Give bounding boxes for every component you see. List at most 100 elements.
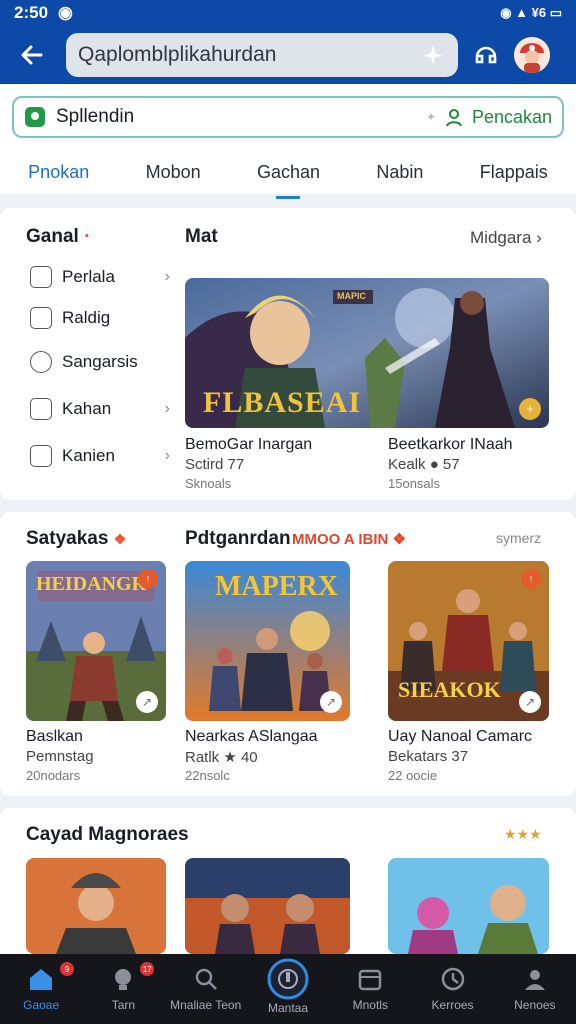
tab-pnokan[interactable]: Pnokan	[22, 158, 95, 187]
search-icon	[195, 968, 217, 990]
nav-label: Nenoes	[514, 998, 556, 1012]
bottom-nav: 9 Gaoae 17 Tarn Mnaliae Teon Mantaa Mnot…	[0, 954, 576, 1024]
see-all-text: Midgara	[470, 228, 532, 247]
headset-icon	[475, 46, 497, 64]
more-link[interactable]: symerz	[496, 530, 541, 546]
nav-kerroes[interactable]: Kerroes	[411, 954, 493, 1024]
nav-tarn[interactable]: 17 Tarn	[82, 954, 164, 1024]
arrow-left-icon	[21, 45, 43, 65]
card-title[interactable]: Beetkarkor INaah	[388, 436, 513, 454]
nav-search[interactable]: Mnaliae Teon	[165, 954, 247, 1024]
sidebar-item-raldig[interactable]: Raldig	[30, 304, 170, 332]
back-button[interactable]	[12, 35, 52, 75]
sidebar-item-perlala[interactable]: Perlala ›	[30, 263, 170, 291]
hot-badge-icon: !	[521, 569, 541, 589]
checkbox-icon	[30, 445, 52, 467]
game-logo-text: HEIDANGR	[36, 573, 147, 595]
badge: 17	[140, 962, 155, 976]
dot-icon: ·	[78, 226, 91, 247]
card-title[interactable]: Uay Nanoal Camarc	[388, 728, 532, 746]
nav-profile[interactable]: Nenoes	[494, 954, 576, 1024]
card-subtitle: Sctird 77	[185, 456, 245, 473]
tab-mobon[interactable]: Mobon	[140, 158, 207, 187]
search-text: Qaplomblplikahurdan	[78, 43, 277, 66]
avatar-image	[514, 37, 550, 73]
badge: 9	[60, 962, 74, 976]
card-meta: 22 oocie	[388, 768, 438, 783]
sidebar-item-kahan[interactable]: Kahan ›	[30, 395, 170, 423]
avatar[interactable]	[514, 37, 550, 73]
puzzle-icon	[30, 351, 52, 373]
see-all-link[interactable]: Midgara ›	[470, 228, 542, 248]
popular-title: Satyakas ❖	[26, 528, 126, 550]
game-thumbnail[interactable]	[185, 858, 350, 954]
recommended-title: Cayad Magnoraes	[26, 824, 189, 845]
game-thumbnail[interactable]	[388, 858, 549, 954]
nav-center[interactable]: Mantaa	[247, 954, 329, 1024]
trending-title-text: Pdtganrdan	[185, 528, 291, 549]
notification-icon: ◉	[58, 3, 73, 22]
tab-gachan[interactable]: Gachan	[251, 158, 326, 199]
game-logo-text: MAPERX	[215, 571, 338, 602]
filter-header: Spllendin ✦ Pencakan Pnokan Mobon Gachan…	[0, 84, 576, 199]
mail-icon	[30, 307, 52, 329]
card-subtitle: Kealk ● 57	[388, 456, 460, 473]
sidebar-item-kanien[interactable]: Kanien ›	[30, 442, 170, 470]
sidebar-item-sangarsis[interactable]: Sangarsis	[30, 348, 170, 376]
calendar-icon	[359, 969, 382, 991]
card-title[interactable]: BemoGar Inargan	[185, 436, 312, 454]
sidebar-item-label: Kanien	[62, 446, 115, 465]
play-icon[interactable]: ↗	[519, 691, 541, 713]
search-input[interactable]: Qaplomblplikahurdan	[66, 33, 458, 77]
card-subtitle: Pemnstag	[26, 748, 94, 765]
status-time: 2:50	[14, 3, 49, 22]
popular-title-text: Satyakas	[26, 528, 109, 549]
card-title[interactable]: Nearkas ASlangaa	[185, 728, 318, 746]
card-title[interactable]: Baslkan	[26, 728, 83, 746]
banner-logo-text: FLBASEAI	[203, 386, 362, 419]
sidebar-item-label: Kahan	[62, 399, 112, 418]
featured-banner[interactable]: MAPIC FLBASEAI +	[185, 278, 549, 428]
card-meta: Sknoals	[185, 476, 232, 491]
card-meta: 15onsals	[388, 476, 441, 491]
play-icon[interactable]: ↗	[320, 691, 342, 713]
sidebar-item-label: Perlala	[62, 267, 115, 286]
nav-home[interactable]: 9 Gaoae	[0, 954, 82, 1024]
nav-label: Mantaa	[267, 1001, 308, 1015]
status-bar: 2:50 ◉ ◉ ▲ ¥6 ▭	[0, 0, 576, 26]
game-thumbnail[interactable]	[26, 858, 166, 954]
trending-title: Pdtganrdan	[185, 528, 291, 550]
map-pin-icon	[25, 107, 45, 127]
account-link[interactable]: ✦ Pencakan	[426, 107, 552, 128]
location-bar[interactable]: Spllendin ✦ Pencakan	[12, 96, 564, 138]
tab-flappais[interactable]: Flappais	[474, 158, 554, 187]
game-thumbnail[interactable]: MAPERX ↗	[185, 561, 350, 721]
hot-badge-icon: !	[138, 569, 158, 589]
card-meta: 20nodars	[26, 768, 81, 783]
controller-icon	[30, 266, 52, 288]
airplane-icon[interactable]	[420, 42, 446, 68]
trophy-icon	[115, 969, 132, 990]
promo-label: MMOO A IBIN ❖	[292, 531, 407, 548]
category-title: Ganal ·	[26, 226, 90, 248]
card-meta: 22nsolc	[185, 768, 230, 783]
play-icon[interactable]: ↗	[136, 691, 158, 713]
status-icons: ◉ ▲ ¥6 ▭	[500, 5, 562, 20]
game-thumbnail[interactable]: HEIDANGR ! ↗	[26, 561, 166, 721]
headset-button[interactable]	[466, 35, 506, 75]
user-icon	[524, 970, 545, 990]
chevron-right-icon: ›	[164, 400, 170, 417]
center-action-icon	[267, 958, 309, 1000]
person-icon	[445, 109, 462, 127]
promo-text: MMOO A IBIN	[292, 531, 389, 548]
nav-label: Mnaliae Teon	[170, 998, 242, 1012]
game-thumbnail[interactable]: SIEAKOK ! ↗	[388, 561, 549, 721]
app-bar: Qaplomblplikahurdan	[0, 26, 576, 84]
card-subtitle: Ratlk ★ 40	[185, 749, 258, 766]
add-icon[interactable]: +	[519, 398, 541, 420]
nav-mnotls[interactable]: Mnotls	[329, 954, 411, 1024]
rating-stars-icon: ★★★	[504, 826, 542, 842]
nav-label: Tarn	[111, 998, 136, 1012]
clock-icon	[441, 967, 464, 991]
tab-nabin[interactable]: Nabin	[370, 158, 429, 187]
